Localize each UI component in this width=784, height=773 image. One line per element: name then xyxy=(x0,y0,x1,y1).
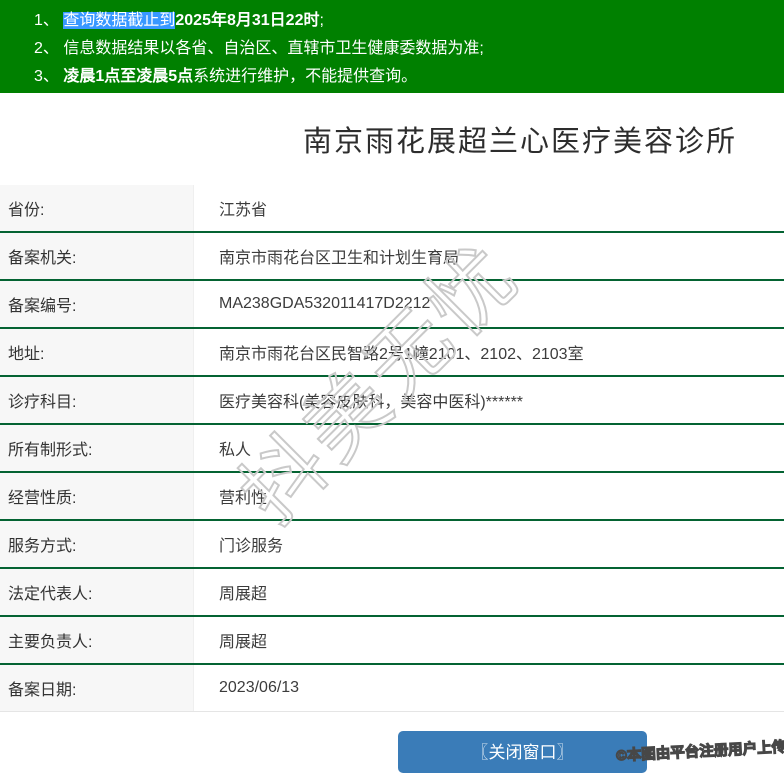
close-window-button-label: 〖关闭窗口〗 xyxy=(471,743,574,762)
table-row-filing-authority: 备案机关: 南京市雨花台区卫生和计划生育局 xyxy=(0,233,784,281)
notice-line-1: 1、 查询数据截止到2025年8月31日22时; xyxy=(34,7,774,35)
row-label: 备案机关: xyxy=(0,233,194,279)
notice-bold-maintenance: 凌晨1点至凌晨5点 xyxy=(63,68,194,85)
notice-number: 3、 xyxy=(34,68,64,85)
notice-line-3: 3、 凌晨1点至凌晨5点系统进行维护，不能提供查询。 xyxy=(34,63,774,91)
table-row-filing-date: 备案日期: 2023/06/13 xyxy=(0,665,784,712)
row-label: 备案日期: xyxy=(0,665,194,711)
table-row-treatment-subjects: 诊疗科目: 医疗美容科(美容皮肤科，美容中医科)****** xyxy=(0,377,784,425)
page-title: 南京雨花展超兰心医疗美容诊所 xyxy=(302,126,737,158)
row-label: 所有制形式: xyxy=(0,425,194,471)
record-info-table: 省份: 江苏省 备案机关: 南京市雨花台区卫生和计划生育局 备案编号: MA23… xyxy=(0,185,784,712)
table-row-ownership-form: 所有制形式: 私人 xyxy=(0,425,784,473)
notice-selected-text: 查询数据截止到 xyxy=(63,12,176,29)
row-value: 周展超 xyxy=(219,586,268,603)
table-row-province: 省份: 江苏省 xyxy=(0,185,784,233)
table-row-filing-number: 备案编号: MA238GDA532011417D2212 xyxy=(0,281,784,329)
row-value: 门诊服务 xyxy=(219,538,284,555)
table-row-main-person-in-charge: 主要负责人: 周展超 xyxy=(0,617,784,665)
notice-line-2: 2、 信息数据结果以各省、自治区、直辖市卫生健康委数据为准; xyxy=(34,35,774,63)
row-value: 营利性 xyxy=(219,490,268,507)
row-value: 2023/06/13 xyxy=(219,679,300,696)
row-label: 备案编号: xyxy=(0,281,194,327)
notice-number: 2、 xyxy=(34,40,64,57)
close-window-button[interactable]: 〖关闭窗口〗 xyxy=(398,731,647,773)
row-label: 主要负责人: xyxy=(0,617,194,663)
row-label: 地址: xyxy=(0,329,194,375)
row-label: 诊疗科目: xyxy=(0,377,194,423)
notice-text: 信息数据结果以各省、自治区、直辖市卫生健康委数据为准; xyxy=(63,40,484,57)
row-value: 周展超 xyxy=(219,634,268,651)
notice-number: 1、 xyxy=(34,12,64,29)
table-row-service-mode: 服务方式: 门诊服务 xyxy=(0,521,784,569)
row-value: 南京市雨花台区民智路2号1幢2101、2102、2103室 xyxy=(219,346,584,363)
title-area: 南京雨花展超兰心医疗美容诊所 xyxy=(128,93,784,185)
row-label: 省份: xyxy=(0,185,194,231)
row-value: 私人 xyxy=(219,442,252,459)
table-row-business-nature: 经营性质: 营利性 xyxy=(0,473,784,521)
table-row-address: 地址: 南京市雨花台区民智路2号1幢2101、2102、2103室 xyxy=(0,329,784,377)
row-value: 医疗美容科(美容皮肤科，美容中医科)****** xyxy=(219,394,524,411)
row-label: 经营性质: xyxy=(0,473,194,519)
row-label: 法定代表人: xyxy=(0,569,194,615)
notice-bold-date: 2025年8月31日22时 xyxy=(175,12,320,29)
notice-text: 系统进行维护，不能提供查询。 xyxy=(193,68,418,85)
row-value: 江苏省 xyxy=(219,202,268,219)
header-notice: 1、 查询数据截止到2025年8月31日22时; 2、 信息数据结果以各省、自治… xyxy=(0,0,784,93)
row-value: 南京市雨花台区卫生和计划生育局 xyxy=(219,250,460,267)
notice-punctuation: ; xyxy=(319,12,324,29)
table-row-legal-representative: 法定代表人: 周展超 xyxy=(0,569,784,617)
row-value: MA238GDA532011417D2212 xyxy=(219,295,431,312)
row-label: 服务方式: xyxy=(0,521,194,567)
